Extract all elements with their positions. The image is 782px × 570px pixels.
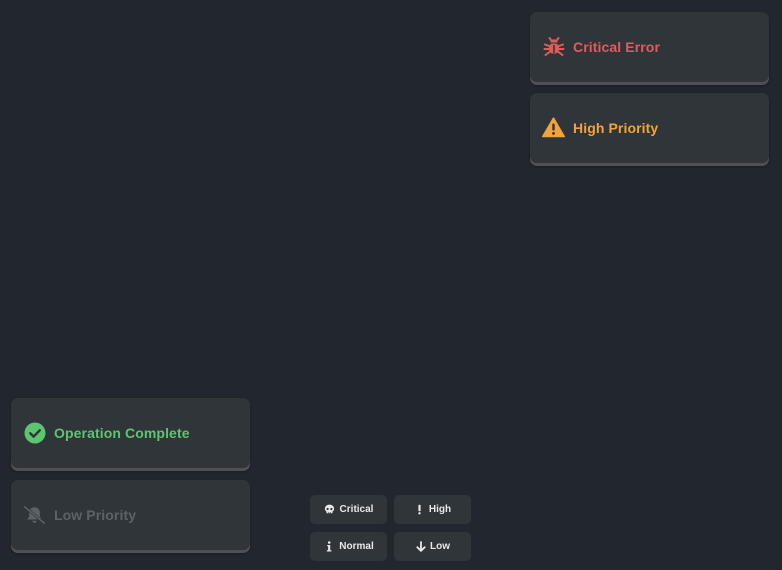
operation-complete-toast[interactable]: Operation Complete — [11, 398, 250, 471]
normal-button[interactable]: Normal — [310, 532, 387, 561]
button-label: High — [428, 504, 452, 515]
high-button[interactable]: High — [394, 495, 471, 524]
critical-error-toast[interactable]: Critical Error — [530, 12, 769, 85]
warning-triangle-icon — [542, 116, 565, 139]
button-label: Low — [430, 541, 450, 552]
button-label: Critical — [339, 504, 374, 515]
low-button[interactable]: Low — [394, 532, 471, 561]
info-icon — [323, 541, 334, 552]
toast-title: Operation Complete — [54, 424, 190, 441]
bug-icon — [542, 35, 565, 58]
high-priority-toast[interactable]: High Priority — [530, 93, 769, 166]
arrow-down-icon — [415, 541, 426, 552]
toast-title: High Priority — [573, 119, 659, 136]
button-label: Normal — [339, 541, 374, 552]
bell-slash-icon — [23, 503, 46, 526]
toast-title: Low Priority — [54, 506, 137, 523]
skull-icon — [324, 504, 335, 515]
toast-title: Critical Error — [573, 38, 660, 55]
low-priority-toast[interactable]: Low Priority — [11, 480, 250, 553]
check-circle-icon — [23, 421, 46, 444]
exclamation-icon — [414, 504, 425, 515]
critical-button[interactable]: Critical — [310, 495, 387, 524]
